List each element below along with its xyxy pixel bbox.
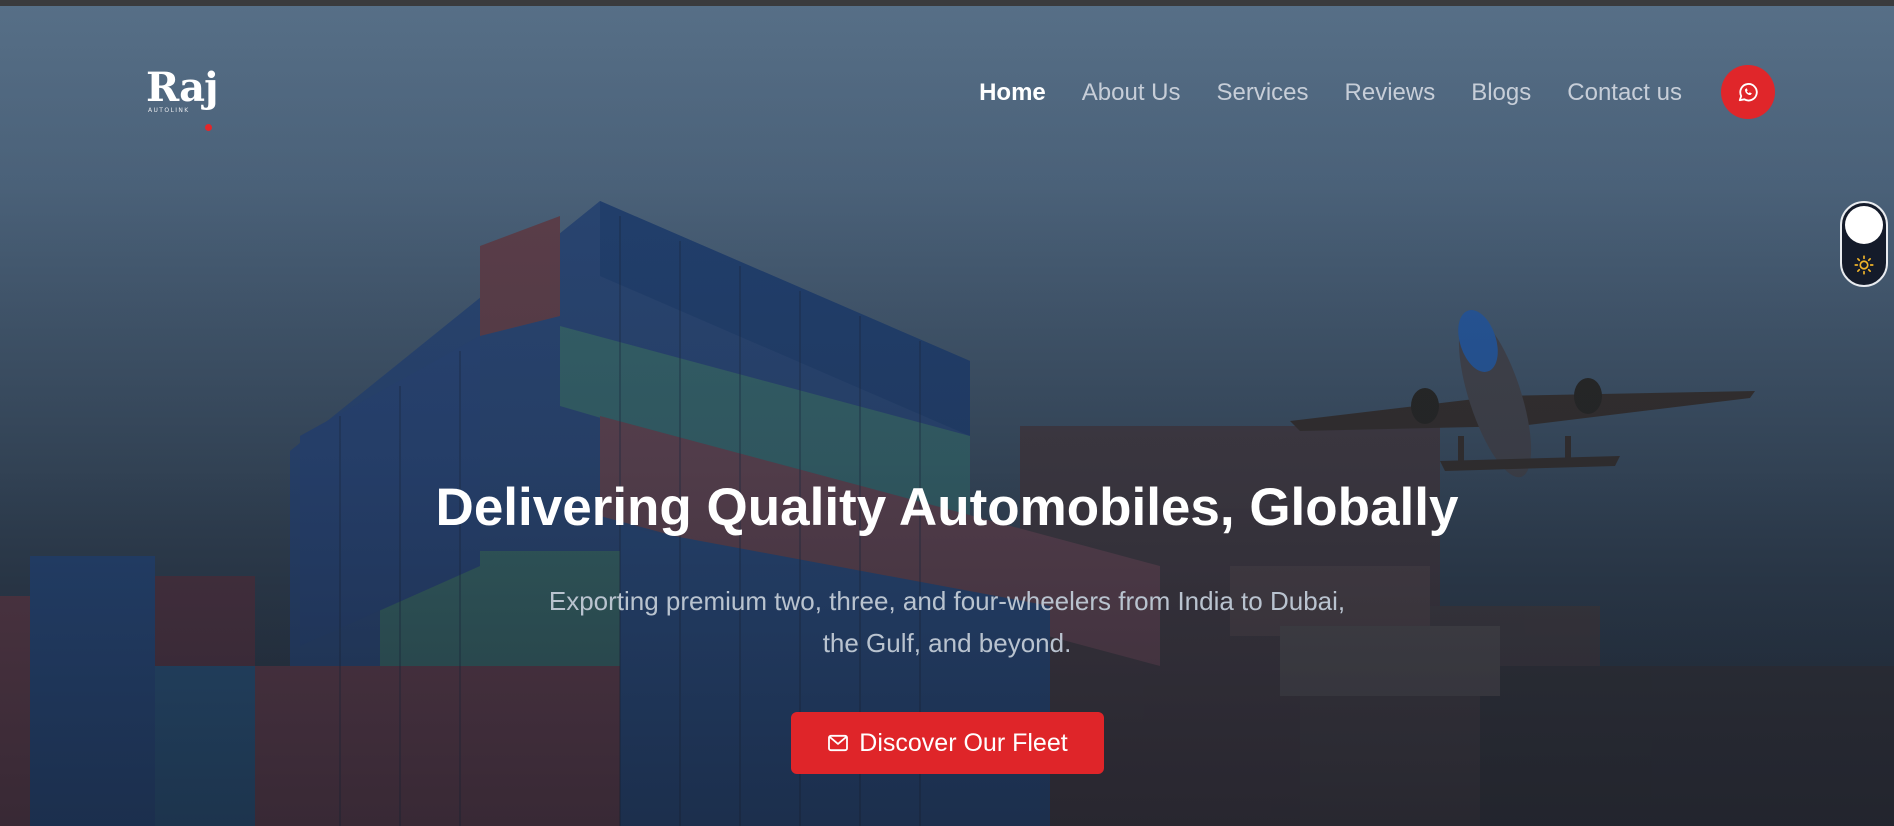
nav-link-reviews[interactable]: Reviews xyxy=(1345,76,1436,110)
nav-link-services[interactable]: Services xyxy=(1216,76,1308,110)
discover-fleet-label: Discover Our Fleet xyxy=(859,728,1068,757)
nav-link-home[interactable]: Home xyxy=(979,76,1046,110)
whatsapp-icon xyxy=(1738,83,1758,102)
brand-logo[interactable]: Raj AUTOLINK xyxy=(146,64,219,131)
hero-overlay xyxy=(0,6,1894,826)
whatsapp-button[interactable] xyxy=(1721,65,1775,119)
theme-toggle-knob xyxy=(1845,206,1883,244)
hero-section: Raj AUTOLINK Home About Us Services Revi… xyxy=(0,6,1894,826)
main-nav: Home About Us Services Reviews Blogs Con… xyxy=(979,76,1682,110)
logo-text: Raj xyxy=(146,64,219,111)
nav-link-about-us[interactable]: About Us xyxy=(1082,76,1181,110)
theme-toggle[interactable] xyxy=(1840,201,1888,287)
discover-fleet-button[interactable]: Discover Our Fleet xyxy=(791,712,1104,774)
hero-headline: Delivering Quality Automobiles, Globally xyxy=(435,478,1459,537)
nav-link-blogs[interactable]: Blogs xyxy=(1471,76,1531,110)
hero-subline: Exporting premium two, three, and four-w… xyxy=(548,586,1346,658)
nav-link-contact-us[interactable]: Contact us xyxy=(1567,76,1682,110)
logo-subtext: AUTOLINK xyxy=(148,107,190,114)
mail-icon xyxy=(828,734,849,752)
sun-icon xyxy=(1854,255,1874,275)
logo-accent-dot xyxy=(205,124,212,131)
browser-top-border xyxy=(0,0,1894,6)
